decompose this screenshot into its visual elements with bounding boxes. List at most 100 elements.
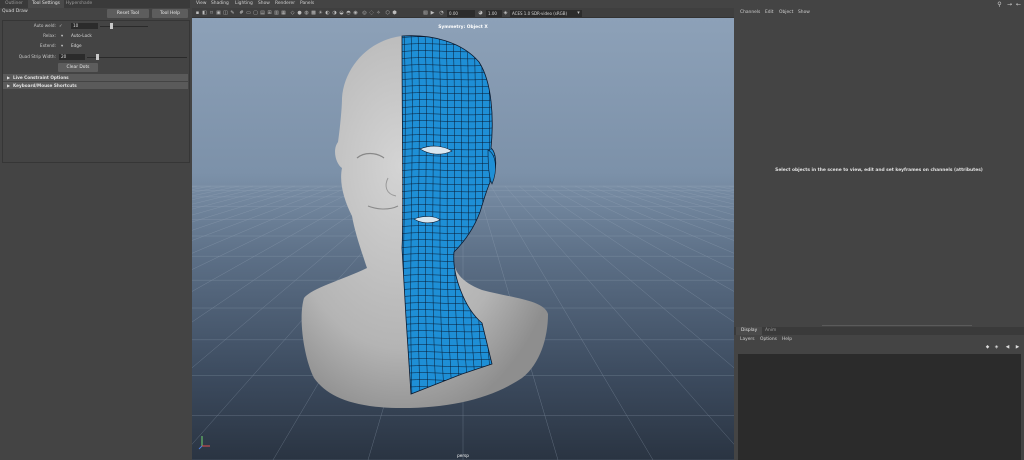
move-up-icon[interactable]: ◀ bbox=[1004, 345, 1011, 351]
menu-lighting[interactable]: Lighting bbox=[235, 0, 253, 8]
tool-settings-frame: Auto weld: ✓ 10 Relax: ▾ Auto-Lock Exten… bbox=[2, 20, 190, 163]
menu-show[interactable]: Show bbox=[258, 0, 270, 8]
quad-strip-slider-handle[interactable] bbox=[96, 54, 99, 60]
scene-canvas bbox=[192, 35, 734, 460]
autoweld-slider-track[interactable] bbox=[100, 25, 148, 27]
gamma-icon[interactable]: ◕ bbox=[478, 10, 483, 16]
tab-tool-settings[interactable]: Tool Settings bbox=[28, 0, 64, 8]
section-keyboard-mouse-shortcuts[interactable]: ▶ Keyboard/Mouse Shortcuts bbox=[3, 82, 188, 89]
menu-renderer[interactable]: Renderer bbox=[275, 0, 295, 8]
autoweld-checkbox[interactable]: ✓ bbox=[59, 23, 63, 29]
tab-hypershade[interactable]: Hypershade bbox=[64, 0, 94, 8]
menu-object[interactable]: Object bbox=[779, 9, 793, 17]
move-down-icon[interactable]: ▶ bbox=[1014, 345, 1021, 351]
camera-attributes-icon[interactable]: ◧ bbox=[202, 10, 207, 16]
extend-dropdown[interactable]: Edge bbox=[69, 43, 147, 49]
wireframe-on-shaded-icon[interactable]: ◍ bbox=[304, 10, 309, 16]
film-gate-icon[interactable]: ▭ bbox=[246, 10, 251, 16]
menu-channels[interactable]: Channels bbox=[740, 9, 760, 17]
section-label: Keyboard/Mouse Shortcuts bbox=[13, 83, 77, 88]
figure-icon[interactable]: ⚲ bbox=[996, 1, 1003, 8]
menu-help[interactable]: Help bbox=[782, 336, 792, 344]
motion-blur-icon[interactable]: ◒ bbox=[339, 10, 344, 16]
color-space-dropdown[interactable]: ACES 1.0 SDR-video (sRGB) bbox=[510, 9, 582, 17]
menu-panels[interactable]: Panels bbox=[300, 0, 314, 8]
channel-box-empty-message: Select objects in the scene to view, edi… bbox=[775, 168, 983, 173]
tab-outliner[interactable]: Outliner bbox=[0, 0, 28, 8]
symmetry-label: Symmetry: Object X bbox=[438, 25, 488, 30]
shadows-icon[interactable]: ◐ bbox=[325, 10, 330, 16]
hud-icon[interactable]: ▧ bbox=[423, 10, 428, 16]
arrow-left-icon[interactable]: ← bbox=[1015, 1, 1022, 8]
extend-dropdown-arrow[interactable]: ▾ bbox=[61, 43, 63, 49]
exposure-icon[interactable]: ◔ bbox=[439, 10, 444, 16]
reset-tool-button[interactable]: Reset Tool bbox=[107, 9, 149, 18]
resolution-gate-icon[interactable]: ▢ bbox=[253, 10, 258, 16]
tab-display[interactable]: Display bbox=[736, 327, 763, 335]
xray-active-icon[interactable]: ⬡ bbox=[385, 10, 390, 16]
tab-anim[interactable]: Anim bbox=[760, 327, 781, 335]
chevron-down-icon[interactable]: ▾ bbox=[576, 10, 581, 16]
viewport-menu-bar: View Shading Lighting Show Renderer Pane… bbox=[192, 0, 734, 8]
isolate-select-icon[interactable]: ◎ bbox=[362, 10, 367, 16]
left-tab-bar: Outliner Tool Settings Hypershade bbox=[0, 0, 190, 8]
menu-view[interactable]: View bbox=[196, 0, 206, 8]
menu-show[interactable]: Show bbox=[798, 9, 810, 17]
exposure-field[interactable]: 0.00 bbox=[447, 9, 475, 17]
new-layer-icon[interactable]: ◆ bbox=[984, 345, 991, 351]
layer-list[interactable] bbox=[738, 354, 1021, 460]
wireframe-icon[interactable]: ◇ bbox=[290, 10, 295, 16]
field-chart-icon[interactable]: ⊞ bbox=[267, 10, 272, 16]
smooth-shade-icon[interactable]: ● bbox=[297, 10, 302, 16]
backface-culling-icon[interactable]: ⬢ bbox=[392, 10, 397, 16]
panel-divider[interactable] bbox=[822, 325, 972, 326]
autoweld-field[interactable]: 10 bbox=[71, 23, 98, 29]
grease-pencil-icon[interactable]: ✎ bbox=[230, 10, 235, 16]
playblast-icon[interactable]: ▶ bbox=[430, 10, 435, 16]
relax-dropdown-arrow[interactable]: ▾ bbox=[61, 33, 63, 39]
color-management-icon[interactable]: ◈ bbox=[503, 10, 508, 16]
autoweld-slider-handle[interactable] bbox=[110, 23, 113, 29]
gamma-field[interactable]: 1.00 bbox=[486, 9, 502, 17]
menu-shading[interactable]: Shading bbox=[211, 0, 229, 8]
section-live-constraint-options[interactable]: ▶ Live Constraint Options bbox=[3, 74, 188, 81]
3d-scene-view[interactable]: Symmetry: Object X persp bbox=[192, 18, 734, 460]
2d-pan-icon[interactable]: ◫ bbox=[223, 10, 228, 16]
antialiasing-icon[interactable]: ◓ bbox=[346, 10, 351, 16]
autoweld-label: Auto weld: bbox=[33, 23, 56, 28]
lights-icon[interactable]: ☀ bbox=[318, 10, 323, 16]
tool-settings-panel: Outliner Tool Settings Hypershade Quad D… bbox=[0, 0, 190, 460]
relax-label: Relax: bbox=[43, 33, 56, 38]
section-label: Live Constraint Options bbox=[13, 75, 69, 80]
arrow-right-icon[interactable]: → bbox=[1006, 1, 1013, 8]
quad-strip-slider-track[interactable] bbox=[87, 56, 187, 58]
safe-action-icon[interactable]: ▥ bbox=[274, 10, 279, 16]
depth-of-field-icon[interactable]: ◉ bbox=[353, 10, 358, 16]
menu-layers[interactable]: Layers bbox=[740, 336, 755, 344]
bookmark-icon[interactable]: ⌑ bbox=[209, 10, 214, 16]
xray-icon[interactable]: ◌ bbox=[369, 10, 374, 16]
quad-strip-width-field[interactable]: 20 bbox=[59, 54, 85, 60]
viewport-toolbar: ▪ ◧ ⌑ ▣ ◫ ✎ # ▭ ▢ ▤ ⊞ ▥ ▦ ◇ ● ◍ ▩ ☀ ◐ ◑ … bbox=[192, 8, 734, 18]
tool-help-button[interactable]: Tool Help bbox=[152, 9, 188, 18]
gate-mask-icon[interactable]: ▤ bbox=[260, 10, 265, 16]
relax-dropdown[interactable]: Auto-Lock bbox=[69, 33, 147, 39]
quad-strip-width-label: Quad Strip Width: bbox=[18, 54, 56, 59]
screen-space-ao-icon[interactable]: ◑ bbox=[332, 10, 337, 16]
grid-icon[interactable]: # bbox=[239, 10, 244, 16]
camera-name-label: persp bbox=[457, 453, 469, 458]
layer-tab-bar: Display Anim bbox=[734, 327, 1024, 335]
layer-buttons: ◆ ◈ ◀ ▶ bbox=[734, 344, 1024, 353]
safe-title-icon[interactable]: ▦ bbox=[281, 10, 286, 16]
axis-gizmo bbox=[198, 436, 210, 450]
channel-box-menu: Channels Edit Object Show bbox=[734, 9, 1024, 17]
textured-icon[interactable]: ▩ bbox=[311, 10, 316, 16]
image-plane-icon[interactable]: ▣ bbox=[216, 10, 221, 16]
clear-dots-button[interactable]: Clear Dots bbox=[58, 63, 98, 72]
select-camera-icon[interactable]: ▪ bbox=[195, 10, 200, 16]
expand-triangle-icon: ▶ bbox=[7, 83, 11, 88]
menu-edit[interactable]: Edit bbox=[765, 9, 774, 17]
new-selected-layer-icon[interactable]: ◈ bbox=[993, 345, 1000, 351]
xray-joints-icon[interactable]: ✧ bbox=[376, 10, 381, 16]
menu-options[interactable]: Options bbox=[760, 336, 777, 344]
